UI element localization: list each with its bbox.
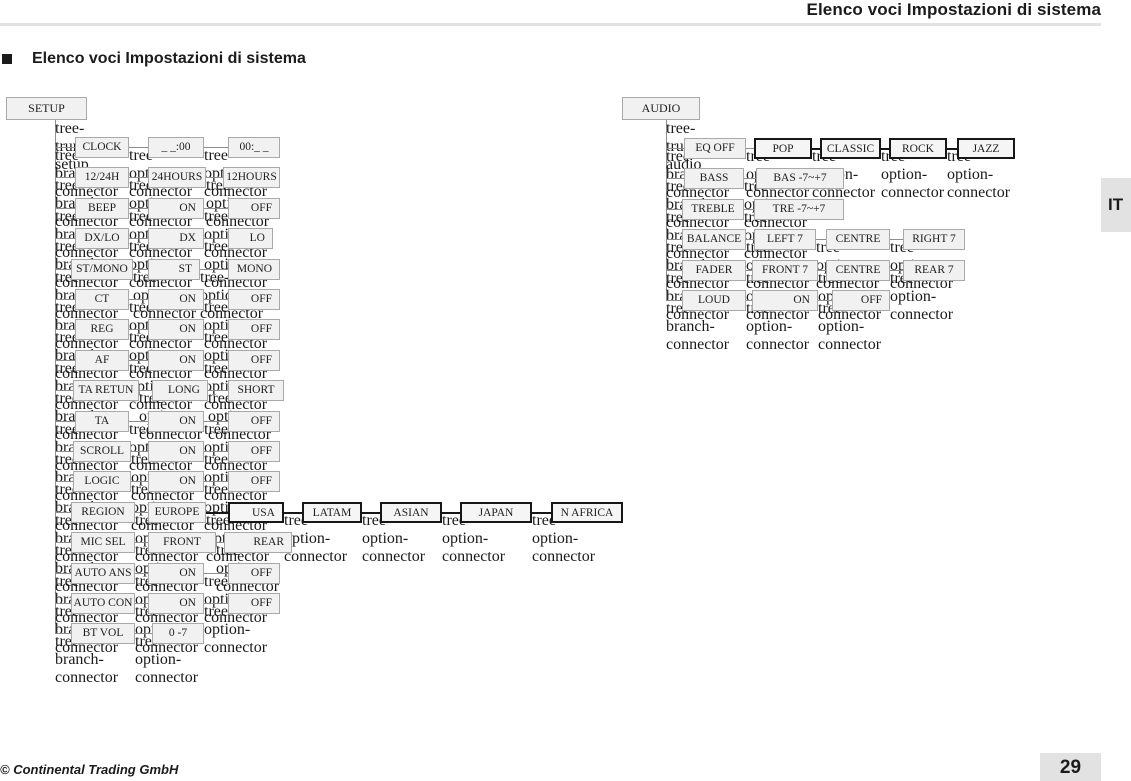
tree-node-st-mono[interactable]: ST/MONO xyxy=(71,259,133,280)
tree-option-usa[interactable]: USA xyxy=(228,502,284,523)
page-number-label: 29 xyxy=(1059,757,1082,778)
tree-option-short[interactable]: SHORT xyxy=(228,380,284,401)
tree-option-jazz[interactable]: JAZZ xyxy=(957,138,1015,159)
tree-node-mic-sel[interactable]: MIC SEL xyxy=(71,532,135,553)
tree-option-off[interactable]: OFF xyxy=(228,411,280,432)
tree-node-reg[interactable]: REG xyxy=(75,319,129,340)
tree-node-clock[interactable]: CLOCK xyxy=(75,137,129,158)
tree-option-japan[interactable]: JAPAN xyxy=(460,502,532,523)
tree-option-off[interactable]: OFF xyxy=(228,198,280,219)
tree-option-rear-7[interactable]: REAR 7 xyxy=(903,260,965,281)
tree-node-logic[interactable]: LOGIC xyxy=(73,471,131,492)
tree-node-auto-ans[interactable]: AUTO ANS xyxy=(71,563,135,584)
tree-option-asian[interactable]: ASIAN xyxy=(380,502,442,523)
tree-option-off[interactable]: OFF xyxy=(228,319,280,340)
tree-option-classic[interactable]: CLASSIC xyxy=(820,138,881,159)
tree-option-left-7[interactable]: LEFT 7 xyxy=(754,229,816,250)
tree-option-n-africa[interactable]: N AFRICA xyxy=(551,502,623,523)
tree-node-ta[interactable]: TA xyxy=(75,411,129,432)
tree-option-mono[interactable]: MONO xyxy=(228,259,280,280)
tree-node-ct[interactable]: CT xyxy=(75,289,129,310)
tree-option-00-[interactable]: 00:_ _ xyxy=(228,137,280,158)
tree-option-24hours[interactable]: 24HOURS xyxy=(148,167,206,188)
tree-option-off[interactable]: OFF xyxy=(832,290,890,311)
tree-option-bas-7-7[interactable]: BAS -7~+7 xyxy=(756,168,844,189)
tree-option-centre[interactable]: CENTRE xyxy=(826,260,890,281)
tree-option-off[interactable]: OFF xyxy=(228,350,280,371)
tree-node-treble[interactable]: TREBLE xyxy=(682,199,744,220)
tree-option-on[interactable]: ON xyxy=(148,441,204,462)
tree-option-europe[interactable]: EUROPE xyxy=(148,502,206,523)
tree-option-front-7[interactable]: FRONT 7 xyxy=(752,260,818,281)
tree-node-ta-retun[interactable]: TA RETUN xyxy=(73,380,139,401)
tree-root-audio: AUDIO xyxy=(622,97,700,120)
tree-option--00[interactable]: _ _:00 xyxy=(148,137,204,158)
tree-node-region[interactable]: REGION xyxy=(71,502,135,523)
tree-option-on[interactable]: ON xyxy=(148,563,204,584)
tree-node-balance[interactable]: BALANCE xyxy=(682,229,746,250)
tree-node-auto-con[interactable]: AUTO CON xyxy=(71,593,135,614)
tree-node-scroll[interactable]: SCROLL xyxy=(73,441,131,462)
tree-option-on[interactable]: ON xyxy=(148,198,204,219)
tree-option-dx[interactable]: DX xyxy=(148,228,204,249)
tree-node-loud[interactable]: LOUD xyxy=(682,290,746,311)
settings-menu-tree-diagram: SETUPtree-trunk-setuptree-branch-connect… xyxy=(0,0,1131,720)
tree-option-off[interactable]: OFF xyxy=(228,441,280,462)
footer-copyright: © Continental Trading GmbH xyxy=(0,762,179,777)
tree-option-lo[interactable]: LO xyxy=(228,228,273,249)
tree-option-off[interactable]: OFF xyxy=(228,471,280,492)
tree-option-long[interactable]: LONG xyxy=(152,380,208,401)
tree-node-12-24h[interactable]: 12/24H xyxy=(75,167,129,188)
tree-node-bt-vol[interactable]: BT VOL xyxy=(71,623,135,644)
tree-option-on[interactable]: ON xyxy=(148,411,204,432)
tree-option-rear[interactable]: REAR xyxy=(224,532,292,553)
tree-option-0-7[interactable]: 0 -7 xyxy=(152,623,204,644)
tree-node-fader[interactable]: FADER xyxy=(682,260,746,281)
tree-option-pop[interactable]: POP xyxy=(754,138,812,159)
tree-node-dx-lo[interactable]: DX/LO xyxy=(75,228,129,249)
tree-option-on[interactable]: ON xyxy=(148,319,204,340)
tree-option-st[interactable]: ST xyxy=(148,259,200,280)
tree-root-setup: SETUP xyxy=(6,97,87,120)
tree-option-on[interactable]: ON xyxy=(148,289,204,310)
tree-option-latam[interactable]: LATAM xyxy=(302,502,362,523)
tree-option-off[interactable]: OFF xyxy=(228,289,280,310)
tree-option-off[interactable]: OFF xyxy=(228,593,280,614)
tree-option-centre[interactable]: CENTRE xyxy=(826,229,890,250)
language-tab-label: IT xyxy=(1108,195,1124,214)
tree-option-on[interactable]: ON xyxy=(148,471,204,492)
tree-option-tre-7-7[interactable]: TRE -7~+7 xyxy=(754,199,844,220)
tree-node-beep[interactable]: BEEP xyxy=(75,198,129,219)
tree-option-right-7[interactable]: RIGHT 7 xyxy=(903,229,965,250)
tree-node-bass[interactable]: BASS xyxy=(684,168,744,189)
tree-option-rock[interactable]: ROCK xyxy=(889,138,947,159)
tree-option-on[interactable]: ON xyxy=(752,290,818,311)
tree-option-12hours[interactable]: 12HOURS xyxy=(223,167,280,188)
tree-option-front[interactable]: FRONT xyxy=(148,532,216,553)
tree-node-af[interactable]: AF xyxy=(75,350,129,371)
tree-option-on[interactable]: ON xyxy=(148,350,204,371)
tree-option-off[interactable]: OFF xyxy=(228,563,280,584)
tree-option-on[interactable]: ON xyxy=(148,593,204,614)
tree-node-eq-off[interactable]: EQ OFF xyxy=(684,138,746,159)
